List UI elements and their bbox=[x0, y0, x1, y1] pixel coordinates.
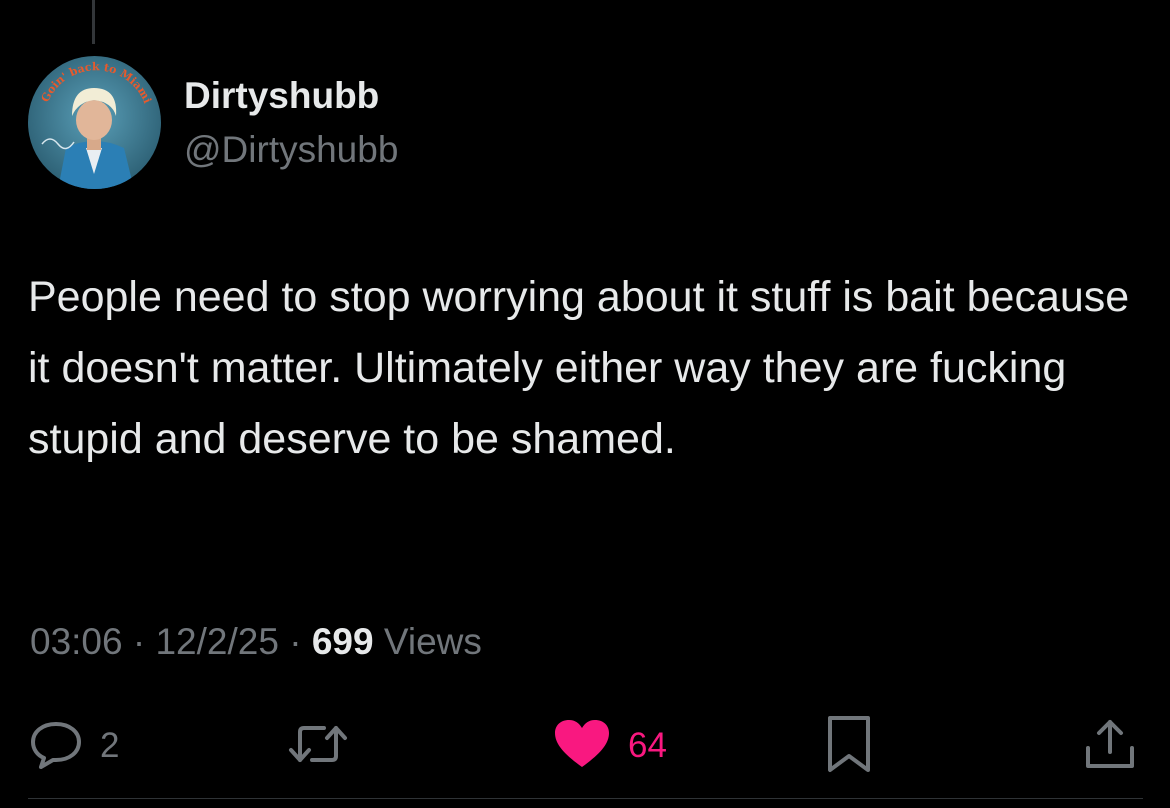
retweet-arrows-icon bbox=[286, 720, 350, 773]
bookmark-button[interactable] bbox=[822, 714, 876, 778]
views-count: 699 bbox=[311, 621, 374, 662]
meta-separator: · bbox=[289, 621, 302, 662]
like-count: 64 bbox=[628, 726, 667, 765]
share-button[interactable] bbox=[1080, 714, 1140, 778]
meta-separator: · bbox=[132, 621, 146, 662]
reply-count: 2 bbox=[100, 726, 120, 765]
retweet-button[interactable] bbox=[286, 714, 350, 778]
author-display-name[interactable]: Dirtyshubb bbox=[184, 72, 379, 120]
tweet-date[interactable]: 12/2/25 bbox=[155, 621, 278, 662]
avatar[interactable]: Goin' back to Miami bbox=[28, 56, 161, 189]
share-upload-icon bbox=[1080, 714, 1140, 779]
thread-connector-line bbox=[92, 0, 95, 44]
views-label: Views bbox=[383, 621, 482, 662]
tweet-time[interactable]: 03:06 bbox=[30, 621, 123, 662]
tweet-text: People need to stop worrying about it st… bbox=[28, 273, 1130, 463]
reply-button[interactable]: 2 bbox=[28, 714, 119, 778]
author-handle[interactable]: @Dirtyshubb bbox=[184, 126, 398, 174]
bookmark-icon bbox=[822, 714, 876, 779]
bottom-divider bbox=[28, 798, 1143, 799]
speech-bubble-icon bbox=[28, 718, 84, 775]
heart-filled-icon bbox=[552, 717, 612, 776]
tweet-meta: 03:06 · 12/2/25 · 699 Views bbox=[30, 616, 482, 668]
like-button[interactable]: 64 bbox=[552, 714, 667, 778]
